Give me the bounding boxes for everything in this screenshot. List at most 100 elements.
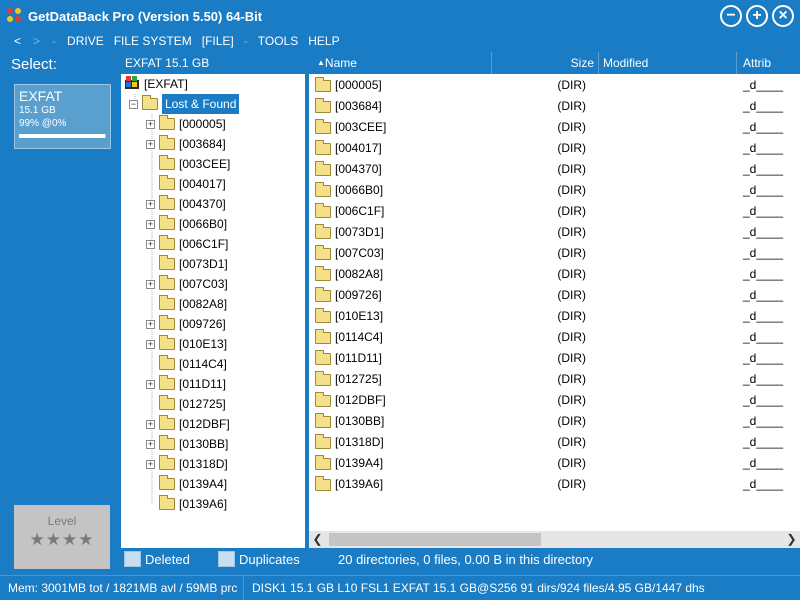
tree-item[interactable]: [0114C4] xyxy=(146,354,227,374)
tree-item[interactable]: + [007C03] xyxy=(146,274,228,294)
tree-item-label: [012DBF] xyxy=(179,417,230,431)
tree-item[interactable]: + [010E13] xyxy=(146,334,227,354)
column-attrib[interactable]: Attrib xyxy=(737,52,800,74)
list-item[interactable]: [0114C4] (DIR) _d____ xyxy=(309,327,800,348)
list-item[interactable]: [010E13] (DIR) _d____ xyxy=(309,306,800,327)
tree-item[interactable]: + [000005] xyxy=(146,114,226,134)
list-item-attrib: _d____ xyxy=(743,414,784,428)
tree-item[interactable]: [004017] xyxy=(146,174,226,194)
expand-icon[interactable]: + xyxy=(146,339,155,349)
title-bar: GetDataBack Pro (Version 5.50) 64-Bit − … xyxy=(0,0,800,32)
tree-item[interactable]: + [01318D] xyxy=(146,454,228,474)
tree-item[interactable]: + [0066B0] xyxy=(146,214,227,234)
up-button[interactable]: - xyxy=(46,34,62,48)
expand-icon[interactable]: + xyxy=(146,279,155,289)
tree-item-label: [000005] xyxy=(179,117,226,131)
expand-icon[interactable]: + xyxy=(146,219,155,229)
list-item[interactable]: [007C03] (DIR) _d____ xyxy=(309,243,800,264)
list-item[interactable]: [012DBF] (DIR) _d____ xyxy=(309,390,800,411)
expand-icon[interactable]: + xyxy=(146,119,155,129)
list-item[interactable]: [0066B0] (DIR) _d____ xyxy=(309,180,800,201)
scroll-right-icon[interactable]: ❯ xyxy=(783,531,800,548)
list-item[interactable]: [012725] (DIR) _d____ xyxy=(309,369,800,390)
deleted-filter[interactable]: Deleted xyxy=(124,551,190,567)
list-item-modified xyxy=(599,411,737,432)
deleted-checkbox[interactable] xyxy=(124,551,141,567)
duplicates-filter[interactable]: Duplicates xyxy=(218,551,300,567)
expand-icon[interactable]: + xyxy=(146,239,155,249)
folder-icon xyxy=(315,244,331,260)
tree-item[interactable]: + [004370] xyxy=(146,194,226,214)
list-item[interactable]: [004017] (DIR) _d____ xyxy=(309,138,800,159)
tree-item-lost-and-found[interactable]: − Lost & Found xyxy=(129,94,240,114)
scroll-left-icon[interactable]: ❮ xyxy=(309,531,326,548)
collapse-icon[interactable]: − xyxy=(129,99,138,109)
list-item[interactable]: [006C1F] (DIR) _d____ xyxy=(309,201,800,222)
tree-item[interactable]: [012725] xyxy=(146,394,226,414)
list-item[interactable]: [000005] (DIR) _d____ xyxy=(309,75,800,96)
maximize-button[interactable]: + xyxy=(746,5,768,27)
column-size[interactable]: Size xyxy=(492,52,599,74)
list-item[interactable]: [01318D] (DIR) _d____ xyxy=(309,432,800,453)
menu-drive[interactable]: DRIVE xyxy=(62,34,109,48)
tree-item[interactable]: + [003684] xyxy=(146,134,226,154)
expand-icon[interactable]: + xyxy=(146,439,155,449)
menu-help[interactable]: HELP xyxy=(303,34,344,48)
expand-icon[interactable]: + xyxy=(146,199,155,209)
tree-item[interactable]: + [009726] xyxy=(146,314,226,334)
horizontal-scrollbar[interactable]: ❮ ❯ xyxy=(309,531,800,548)
list-item-size: (DIR) xyxy=(557,372,586,386)
list-item[interactable]: [0082A8] (DIR) _d____ xyxy=(309,264,800,285)
list-item-size: (DIR) xyxy=(557,225,586,239)
tree-item[interactable]: + [011D11] xyxy=(146,374,226,394)
list-item-name: [009726] xyxy=(309,285,492,306)
menu-file-system[interactable]: FILE SYSTEM xyxy=(109,34,197,48)
column-modified[interactable]: Modified xyxy=(599,52,737,74)
menu-file[interactable]: [FILE] xyxy=(197,34,239,48)
expand-icon[interactable]: + xyxy=(146,379,155,389)
list-item[interactable]: [003684] (DIR) _d____ xyxy=(309,96,800,117)
minimize-button[interactable]: − xyxy=(720,5,742,27)
expand-icon[interactable]: + xyxy=(146,139,155,149)
list-item[interactable]: [0139A6] (DIR) _d____ xyxy=(309,474,800,495)
expand-icon[interactable]: + xyxy=(146,319,155,329)
tree-item[interactable]: [0139A4] xyxy=(146,474,227,494)
list-item[interactable]: [009726] (DIR) _d____ xyxy=(309,285,800,306)
list-item-label: [0139A4] xyxy=(335,456,384,470)
list-item[interactable]: [011D11] (DIR) _d____ xyxy=(309,348,800,369)
column-name[interactable]: ▲Name xyxy=(309,52,492,74)
list-item[interactable]: [0139A4] (DIR) _d____ xyxy=(309,453,800,474)
list-item[interactable]: [0073D1] (DIR) _d____ xyxy=(309,222,800,243)
list-item-label: [0066B0] xyxy=(335,183,384,197)
tree-root[interactable]: [EXFAT] xyxy=(124,74,188,94)
drive-progress-fill xyxy=(19,134,106,138)
folder-icon xyxy=(315,349,331,365)
tree-item[interactable]: + [006C1F] xyxy=(146,234,228,254)
folder-icon xyxy=(159,455,175,470)
list-item-modified xyxy=(599,264,737,285)
duplicates-checkbox[interactable] xyxy=(218,551,235,567)
tree-item[interactable]: [0073D1] xyxy=(146,254,228,274)
list-item-modified xyxy=(599,201,737,222)
drive-card[interactable]: EXFAT 15.1 GB 99% @0% xyxy=(14,84,111,149)
menu-tools[interactable]: TOOLS xyxy=(253,34,303,48)
list-item-size: (DIR) xyxy=(557,183,586,197)
expand-icon[interactable]: + xyxy=(146,419,155,429)
list-item-attrib: _d____ xyxy=(743,477,784,491)
tree-item[interactable]: [0139A6] xyxy=(146,494,227,514)
tree-item[interactable]: [0082A8] xyxy=(146,294,227,314)
status-bar: Mem: 3001MB tot / 1821MB avl / 59MB prc … xyxy=(0,575,800,600)
tree-item[interactable]: [003CEE] xyxy=(146,154,230,174)
list-item[interactable]: [003CEE] (DIR) _d____ xyxy=(309,117,800,138)
back-button[interactable]: < xyxy=(8,34,27,48)
forward-button[interactable]: > xyxy=(27,34,46,48)
expand-icon[interactable]: + xyxy=(146,459,155,469)
list-item[interactable]: [004370] (DIR) _d____ xyxy=(309,159,800,180)
list-item-modified xyxy=(599,453,737,474)
list-item[interactable]: [0130BB] (DIR) _d____ xyxy=(309,411,800,432)
drive-root-icon xyxy=(124,76,140,92)
close-button[interactable]: × xyxy=(772,5,794,27)
tree-item[interactable]: + [012DBF] xyxy=(146,414,230,434)
scroll-thumb[interactable] xyxy=(329,533,541,546)
tree-item[interactable]: + [0130BB] xyxy=(146,434,228,454)
